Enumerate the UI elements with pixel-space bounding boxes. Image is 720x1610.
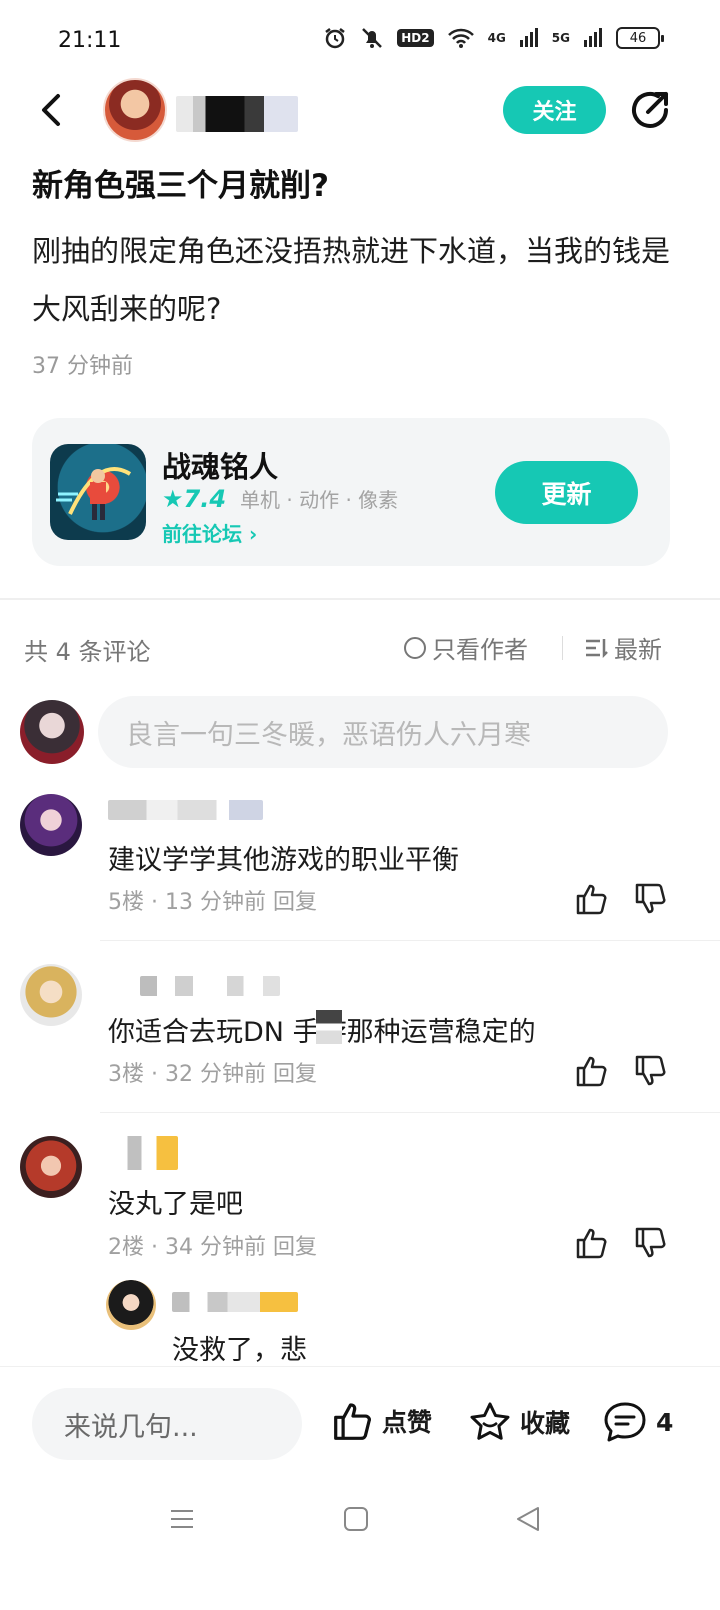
- comment-meta: 2楼 · 34 分钟前 回复: [108, 1235, 317, 1260]
- mute-icon: [362, 28, 383, 48]
- comment-meta: 3楼 · 32 分钟前 回复: [108, 1062, 317, 1087]
- divider: [100, 940, 720, 941]
- comment-count-badge: 4: [656, 1407, 674, 1437]
- commenter-name-redacted[interactable]: [108, 800, 263, 820]
- wifi-icon: [447, 28, 474, 48]
- radio-circle-icon: [404, 636, 426, 659]
- post-title: 新角色强三个月就削?: [32, 168, 329, 204]
- commenter-avatar[interactable]: [20, 794, 82, 856]
- home-icon[interactable]: [342, 1505, 370, 1533]
- thumbs-up-icon[interactable]: [575, 882, 609, 916]
- reply-text: 没救了，悲: [172, 1335, 307, 1366]
- like-label: 点赞: [382, 1408, 433, 1437]
- commenter-name-redacted[interactable]: [122, 1136, 178, 1170]
- game-rating: ★7.4: [162, 484, 227, 513]
- replier-name-redacted[interactable]: [172, 1292, 298, 1312]
- thumbs-down-icon[interactable]: [634, 1226, 668, 1260]
- signal-bars-icon: [584, 28, 602, 47]
- post-time: 37 分钟前: [32, 354, 133, 379]
- say-something-input[interactable]: 来说几句...: [32, 1388, 302, 1460]
- like-button[interactable]: 点赞: [332, 1400, 432, 1442]
- game-icon[interactable]: [50, 444, 146, 540]
- comment-meta: 5楼 · 13 分钟前 回复: [108, 890, 317, 915]
- commenter-avatar[interactable]: [20, 964, 82, 1026]
- comment-text: 没丸了是吧: [108, 1189, 243, 1220]
- favorite-label: 收藏: [520, 1409, 571, 1438]
- divider: [100, 1112, 720, 1113]
- post-body: 刚抽的限定角色还没捂热就进下水道，当我的钱是大风刮来的呢?: [32, 234, 671, 326]
- game-art-icon: [56, 467, 132, 520]
- signal-bars-icon: [519, 28, 538, 47]
- forum-link[interactable]: 前往论坛 ›: [162, 518, 257, 547]
- battery-icon: 46: [616, 27, 664, 49]
- comment-bubble-icon: [604, 1402, 646, 1442]
- menu-icon[interactable]: [168, 1505, 196, 1533]
- favorite-button[interactable]: 收藏: [468, 1400, 570, 1444]
- comment-text: 建议学学其他游戏的职业平衡: [108, 845, 459, 876]
- comment-input[interactable]: 良言一句三冬暖，恶语伤人六月寒: [98, 696, 668, 768]
- sort-toggle[interactable]: 最新: [584, 630, 662, 665]
- sort-icon: [586, 638, 608, 658]
- comments-button[interactable]: 4: [602, 1400, 673, 1444]
- signal-4g: 4G: [487, 31, 506, 45]
- commenter-name-redacted[interactable]: [140, 976, 280, 996]
- thumbs-up-icon[interactable]: [575, 1226, 609, 1260]
- redacted-block: [316, 1010, 342, 1044]
- follow-button[interactable]: 关注: [503, 86, 606, 134]
- commenter-avatar[interactable]: [20, 1136, 82, 1198]
- signal-5g: 5G: [551, 31, 570, 45]
- author-name-redacted[interactable]: [176, 96, 298, 132]
- replier-avatar[interactable]: [106, 1280, 156, 1330]
- alarm-icon: [325, 28, 345, 49]
- comment-count: 共 4 条评论: [24, 638, 151, 666]
- status-icons: HD2 4G 5G 46: [323, 26, 664, 50]
- thumbs-down-icon[interactable]: [634, 882, 668, 916]
- share-icon[interactable]: [626, 86, 674, 134]
- thumbs-up-icon[interactable]: [575, 1054, 609, 1088]
- game-name[interactable]: 战魂铭人: [162, 444, 278, 486]
- status-time: 21:11: [58, 28, 122, 53]
- author-only-toggle[interactable]: 只看作者: [404, 630, 528, 665]
- my-avatar: [20, 700, 84, 764]
- author-only-label: 只看作者: [432, 636, 528, 664]
- star-icon: [470, 1402, 510, 1440]
- hd-badge: HD2: [397, 29, 434, 47]
- sort-label: 最新: [614, 636, 662, 664]
- divider: [562, 636, 563, 660]
- game-tags: 单机 · 动作 · 像素: [240, 488, 399, 512]
- back-arrow-icon[interactable]: [30, 88, 74, 132]
- game-rating-row: ★7.4 单机 · 动作 · 像素: [162, 484, 398, 513]
- thumbs-up-icon: [334, 1403, 371, 1440]
- update-button[interactable]: 更新: [495, 461, 638, 524]
- divider: [0, 598, 720, 600]
- author-avatar[interactable]: [103, 78, 167, 142]
- back-triangle-icon[interactable]: [514, 1505, 542, 1533]
- thumbs-down-icon[interactable]: [634, 1054, 668, 1088]
